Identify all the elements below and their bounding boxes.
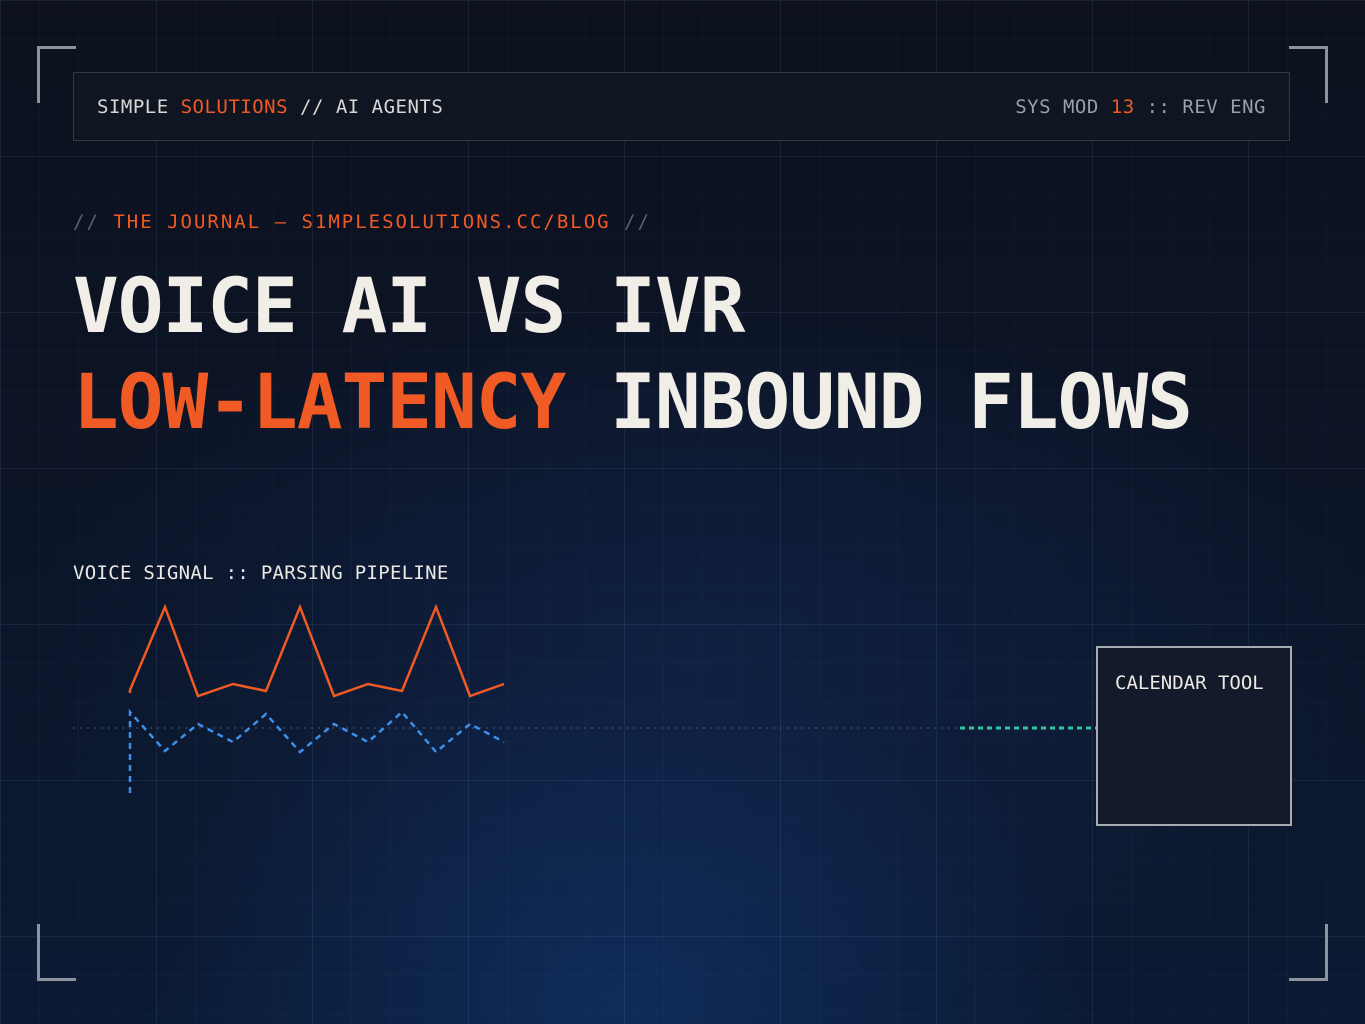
signal-waveform-primary [128, 603, 505, 698]
signal-waveform-secondary [128, 708, 505, 793]
calendar-tool-box: CALENDAR TOOL [1096, 646, 1292, 826]
calendar-tool-label: CALENDAR TOOL [1115, 672, 1264, 694]
signal-diagram [73, 603, 1096, 793]
